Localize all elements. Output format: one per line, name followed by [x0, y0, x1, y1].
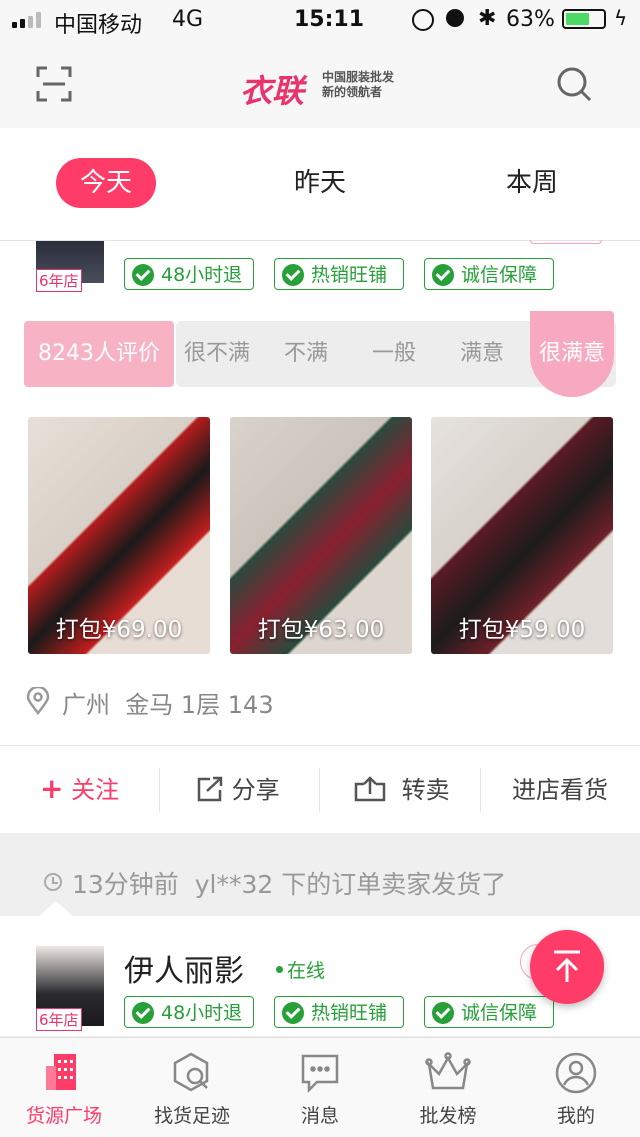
- shop-name[interactable]: 伊人丽影: [124, 946, 244, 990]
- pointer-arrow: [38, 901, 74, 917]
- clock-icon: [44, 873, 62, 891]
- bottom-nav: 货源广场 找货足迹 消息 批发榜 我的: [0, 1037, 640, 1137]
- rating-very-satisfied[interactable]: 很满意: [530, 311, 614, 397]
- shipping-notice: 13分钟前 yl**32 下的订单卖家发货了: [0, 833, 640, 917]
- brand-logo: 衣联: [240, 72, 305, 110]
- network-label: 4G: [172, 7, 204, 32]
- badge-hot-shop: 热销旺铺: [274, 996, 404, 1028]
- arrow-up-icon: [554, 950, 580, 982]
- status-bar: 中国移动 4G 15:11 ✱ 63% ϟ: [0, 0, 640, 40]
- rating-satisfied[interactable]: 满意: [460, 321, 504, 387]
- shop-card[interactable]: 6年店 48小时退 热销旺铺 诚信保障 8243人评价 很不满 不满 一般 满意…: [0, 240, 640, 834]
- follow-button[interactable]: + 关注: [40, 770, 119, 805]
- brand-slogan: 中国服装批发 新的领航者: [322, 70, 395, 99]
- clock: 15:11: [294, 7, 365, 32]
- chat-icon: [301, 1054, 339, 1094]
- location-pin-icon: [26, 685, 50, 716]
- product-price: 打包¥59.00: [458, 617, 586, 643]
- charging-icon: ϟ: [614, 6, 628, 30]
- badge-hot-shop: 热销旺铺: [274, 258, 404, 290]
- share-button[interactable]: 分享: [196, 770, 280, 805]
- shop-actions: + 关注 分享 转卖 进店看货: [0, 745, 640, 834]
- rating-unsatisfied[interactable]: 不满: [284, 321, 328, 387]
- nav-label: 消息: [300, 1105, 339, 1127]
- nav-item-messages[interactable]: 消息: [256, 1038, 384, 1137]
- nav-item-market[interactable]: 货源广场: [0, 1038, 128, 1137]
- upload-icon: [354, 776, 386, 802]
- tab-this-week[interactable]: 本周: [482, 158, 582, 208]
- notice-text: 13分钟前 yl**32 下的订单卖家发货了: [72, 870, 507, 899]
- badge-48h-return: 48小时退: [124, 258, 254, 290]
- crown-icon: [425, 1052, 471, 1090]
- signal-icon: [12, 12, 46, 28]
- battery-percent: 63%: [506, 7, 555, 32]
- app-header: 衣联 中国服装批发 新的领航者: [0, 40, 640, 129]
- nav-label: 我的: [556, 1105, 595, 1127]
- carrier-label: 中国移动: [54, 13, 143, 38]
- date-tabs: 今天 昨天 本周: [0, 128, 640, 240]
- divider: [159, 768, 160, 812]
- building-icon: [46, 1054, 76, 1090]
- resell-button[interactable]: 转卖: [354, 770, 450, 805]
- user-icon: [555, 1052, 597, 1094]
- nav-label: 找货足迹: [153, 1105, 230, 1127]
- visit-shop-button[interactable]: 进店看货: [512, 770, 608, 805]
- nav-item-footprint[interactable]: 找货足迹: [128, 1038, 256, 1137]
- scan-icon[interactable]: [36, 66, 72, 102]
- lock-rotation-icon: [412, 9, 434, 31]
- product-image[interactable]: 打包¥63.00: [230, 417, 412, 654]
- nav-label: 货源广场: [25, 1105, 102, 1127]
- tab-yesterday[interactable]: 昨天: [270, 158, 370, 208]
- product-image[interactable]: 打包¥69.00: [28, 417, 210, 654]
- battery-icon: [562, 9, 606, 29]
- alarm-icon: [446, 9, 464, 27]
- review-count[interactable]: 8243人评价: [24, 321, 174, 387]
- shop-years-badge: 6年店: [36, 1008, 82, 1031]
- online-badge-partial: [530, 240, 602, 244]
- product-image[interactable]: 打包¥59.00: [431, 417, 613, 654]
- rating-average[interactable]: 一般: [372, 321, 416, 387]
- tab-today[interactable]: 今天: [56, 158, 156, 208]
- share-icon: [197, 776, 223, 802]
- product-price: 打包¥63.00: [257, 617, 385, 643]
- nav-item-profile[interactable]: 我的: [512, 1038, 640, 1137]
- badge-integrity: 诚信保障: [424, 258, 554, 290]
- search-icon[interactable]: [556, 66, 592, 102]
- divider: [319, 768, 320, 812]
- shop-location: 广州 金马 1层 143: [62, 691, 274, 719]
- footprint-search-icon: [173, 1052, 209, 1092]
- nav-label: 批发榜: [419, 1105, 477, 1127]
- shop-years-badge: 6年店: [36, 269, 82, 292]
- bluetooth-icon: ✱: [478, 6, 497, 31]
- plus-icon: +: [40, 772, 64, 805]
- badge-48h-return: 48小时退: [124, 996, 254, 1028]
- rating-very-unsatisfied[interactable]: 很不满: [184, 321, 250, 387]
- back-to-top-button[interactable]: [530, 930, 604, 1004]
- product-price: 打包¥69.00: [55, 617, 183, 643]
- online-dot: [276, 966, 283, 973]
- divider: [480, 768, 481, 812]
- online-status: 在线: [287, 960, 326, 982]
- nav-item-ranking[interactable]: 批发榜: [384, 1038, 512, 1137]
